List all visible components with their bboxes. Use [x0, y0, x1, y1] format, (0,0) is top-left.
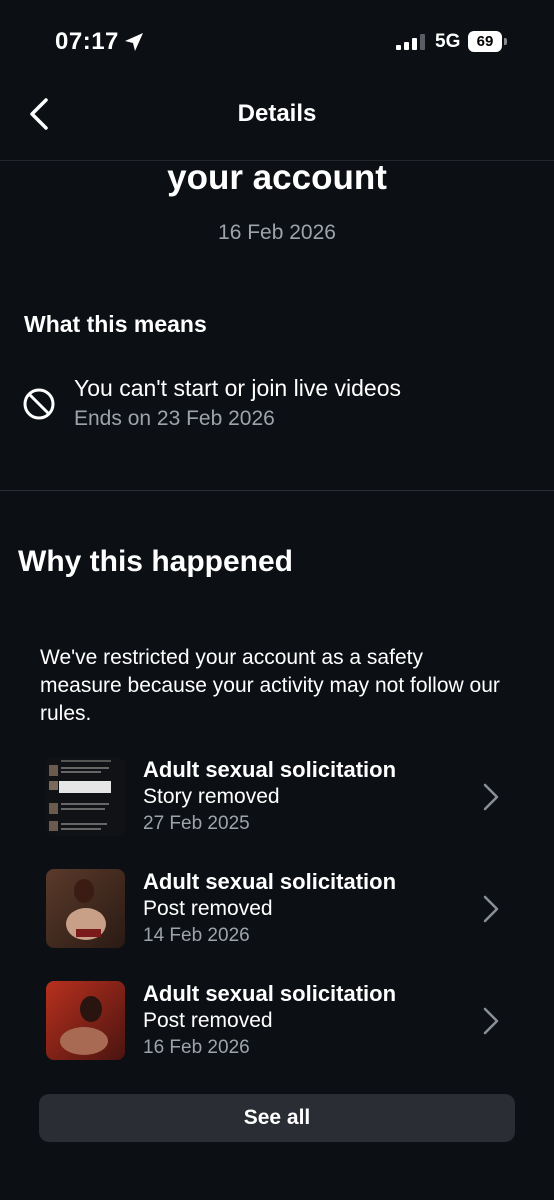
violation-thumbnail [46, 869, 125, 948]
see-all-button[interactable]: See all [39, 1094, 515, 1142]
violation-item[interactable]: Adult sexual solicitation Post removed 1… [40, 869, 520, 965]
violation-type: Post removed [143, 1009, 273, 1032]
status-time: 07:17 [55, 28, 119, 55]
why-heading: Why this happened [18, 545, 294, 578]
restriction-heading: your account [167, 158, 387, 197]
battery-level: 69 [468, 31, 502, 52]
violation-thumbnail [46, 757, 125, 836]
violation-date: 27 Feb 2025 [143, 813, 250, 834]
violation-thumbnail [46, 981, 125, 1060]
violation-type: Post removed [143, 897, 273, 920]
ban-icon [23, 388, 55, 420]
violation-title: Adult sexual solicitation [143, 981, 397, 1006]
violation-date: 16 Feb 2026 [143, 1037, 250, 1058]
restriction-text: You can't start or join live videos [74, 375, 401, 401]
page-title: Details [237, 100, 317, 127]
violation-item[interactable]: Adult sexual solicitation Story removed … [40, 757, 520, 853]
status-bar: 07:17 5G 69 [0, 0, 554, 80]
section-divider [0, 490, 554, 491]
what-this-means-heading: What this means [24, 311, 207, 337]
restriction-end-date: Ends on 23 Feb 2026 [74, 407, 275, 430]
violation-date: 14 Feb 2026 [143, 925, 250, 946]
violation-type: Story removed [143, 785, 280, 808]
chevron-right-icon [483, 783, 499, 811]
violation-title: Adult sexual solicitation [143, 869, 397, 894]
network-type: 5G [435, 31, 461, 52]
why-description: We've restricted your account as a safet… [40, 646, 500, 725]
violation-item[interactable]: Adult sexual solicitation Post removed 1… [40, 981, 520, 1077]
chevron-right-icon [483, 895, 499, 923]
nav-bar: Details [0, 80, 554, 161]
location-arrow-icon [125, 33, 143, 51]
chevron-right-icon [483, 1007, 499, 1035]
restriction-date: 16 Feb 2026 [218, 221, 336, 244]
signal-icon [396, 34, 425, 50]
violation-title: Adult sexual solicitation [143, 757, 397, 782]
battery-icon: 69 [468, 31, 510, 52]
